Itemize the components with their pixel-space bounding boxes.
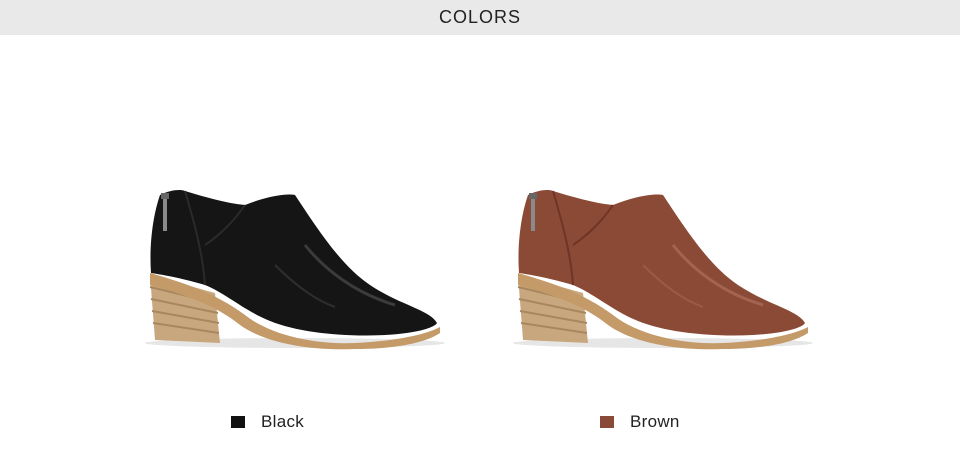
product-image-brown[interactable] [493, 175, 823, 355]
color-label-black: Black [261, 412, 305, 431]
color-option-black[interactable]: Black [231, 410, 304, 434]
color-option-brown[interactable]: Brown [600, 410, 680, 434]
color-label-brown: Brown [630, 412, 680, 431]
shoe-black-illustration [145, 190, 445, 350]
shoe-brown-illustration [513, 190, 813, 350]
brown-swatch-icon [600, 416, 614, 428]
page-title: COLORS [438, 7, 522, 27]
black-swatch-icon [231, 416, 245, 428]
product-image-black[interactable] [125, 175, 455, 355]
header-bar: COLORS [0, 0, 960, 35]
